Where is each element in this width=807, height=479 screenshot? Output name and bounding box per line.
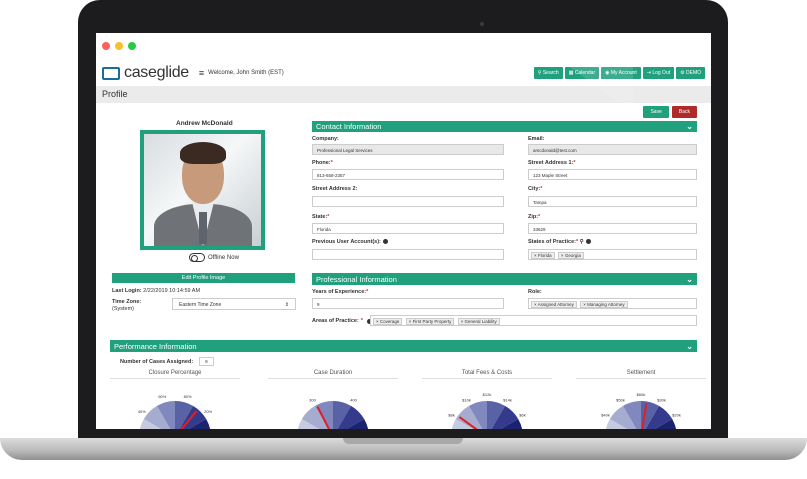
gauge-title: Settlement	[576, 370, 706, 379]
states-practice-field[interactable]: × Florida × Georgia	[528, 249, 697, 260]
states-practice-label: States of Practice:* ⚲	[528, 239, 591, 245]
years-label: Years of Experience:*	[312, 289, 369, 295]
phone-label: Phone:*	[312, 160, 333, 166]
gauge-tick-label: $50k	[616, 397, 625, 402]
prev-accounts-label: Previous User Account(s):	[312, 239, 388, 245]
settlement-gauge: $40k $50k $60k $30k $20k	[601, 392, 681, 429]
info-icon[interactable]	[382, 239, 388, 245]
cases-assigned-value: 9	[199, 357, 214, 366]
state-field[interactable]: Florida	[312, 223, 504, 234]
close-window-button[interactable]	[102, 42, 110, 50]
area-tag[interactable]: × General Liability	[457, 318, 500, 325]
caseglide-logo-icon	[102, 66, 120, 80]
gauge-tick-label: $6k	[519, 413, 525, 418]
status-toggle-icon[interactable]	[189, 253, 205, 262]
minimize-window-button[interactable]	[115, 42, 123, 50]
profile-photo-frame	[140, 130, 265, 250]
gauge-tick-label: 20%	[204, 409, 212, 414]
last-login-label: Last Login:	[112, 288, 142, 294]
profile-photo	[144, 134, 261, 246]
gauge-tick-label: $10k	[462, 397, 471, 402]
gauge-tick-label: 80%	[184, 394, 192, 399]
company-label: Company:	[312, 136, 339, 142]
professional-section-header[interactable]: Professional Information ⌄	[312, 273, 697, 285]
gauge-title: Case Duration	[268, 370, 398, 379]
fees-gauge: $8k $10k $12k $14k $6k	[448, 392, 526, 429]
status-text: Offline Now	[208, 254, 239, 261]
street1-field[interactable]: 123 Maple Street	[528, 169, 697, 180]
state-tag[interactable]: × Florida	[531, 252, 555, 259]
company-field[interactable]: Professional Legal Services	[312, 144, 504, 155]
action-bar: Save Back	[643, 106, 697, 118]
street1-label: Street Address 1:*	[528, 160, 576, 166]
chevron-down-icon: ⌄	[686, 122, 693, 131]
years-field[interactable]: 9	[312, 298, 504, 309]
role-tag[interactable]: × Managing Attorney	[580, 301, 628, 308]
gauge-tick-label: $12k	[483, 392, 492, 397]
gauge-tick-label: 300	[309, 397, 316, 402]
welcome-text: Welcome, John Smith (EST)	[208, 70, 284, 76]
prev-accounts-field[interactable]	[312, 249, 504, 260]
app-screen: caseglide ≡ Welcome, John Smith (EST) ⚲ …	[96, 33, 711, 429]
menu-icon[interactable]: ≡	[199, 68, 204, 78]
email-label: Email:	[528, 136, 545, 142]
gauge-tick-label: $8k	[448, 413, 454, 418]
map-pin-icon: ⚲	[579, 239, 584, 245]
city-field[interactable]: Tampa	[528, 196, 697, 207]
gauge-tick-label: $30k	[657, 397, 666, 402]
email-field[interactable]: amcdonald@test.com	[528, 144, 697, 155]
gauge-title: Total Fees & Costs	[422, 370, 552, 379]
area-tag[interactable]: × First Party Property	[405, 318, 455, 325]
info-icon[interactable]	[585, 239, 591, 245]
zip-label: Zip:*	[528, 214, 541, 220]
street2-label: Street Address 2:	[312, 186, 358, 192]
chevron-down-icon: ⌄	[686, 341, 693, 351]
role-tag[interactable]: × Assigned Attorney	[531, 301, 577, 308]
gauge-tick-label: 400	[350, 397, 357, 402]
state-label: State:*	[312, 214, 330, 220]
gauge-tick-label: $60k	[637, 392, 646, 397]
gauge-tick-label: $40k	[601, 413, 610, 418]
logout-button[interactable]: ⇥ Log Out	[642, 67, 675, 79]
gauge-title: Closure Percentage	[110, 370, 240, 379]
back-button[interactable]: Back	[671, 106, 697, 118]
last-login: Last Login: 2/22/2019 10:14:59 AM	[112, 288, 200, 294]
last-login-value: 2/22/2019 10:14:59 AM	[143, 288, 201, 294]
online-status: Offline Now	[189, 253, 239, 262]
zip-field[interactable]: 33629	[528, 223, 697, 234]
city-label: City:*	[528, 186, 543, 192]
area-tag[interactable]: × Coverage	[373, 318, 403, 325]
closure-gauge: 40% 60% 80% 20%	[138, 394, 213, 429]
timezone-label: Time Zone: (System)	[112, 299, 142, 312]
webcam	[480, 22, 484, 26]
profile-name: Andrew McDonald	[176, 120, 233, 127]
timezone-select[interactable]: Eastern Time Zone ⇕	[172, 298, 296, 310]
performance-section-header[interactable]: Performance Information ⌄	[110, 340, 697, 352]
demo-button[interactable]: ⚙ DEMO	[676, 67, 705, 79]
window-controls	[102, 42, 136, 50]
state-tag[interactable]: × Georgia	[557, 252, 584, 259]
gauge-tick-label: $14k	[503, 397, 512, 402]
duration-gauge: 300 400	[297, 397, 369, 429]
gauge-tick-label: 60%	[158, 394, 166, 399]
role-label: Role:	[528, 289, 542, 295]
contact-section-header[interactable]: Contact Information ⌄	[312, 121, 697, 132]
gauge-tick-label: $20k	[672, 413, 681, 418]
app-logo-text: caseglide	[124, 64, 189, 81]
role-field[interactable]: × Assigned Attorney × Managing Attorney	[528, 298, 697, 309]
phone-field[interactable]: 813-658-2357	[312, 169, 504, 180]
areas-practice-field[interactable]: × Coverage × First Party Property × Gene…	[370, 315, 697, 326]
areas-practice-row: Areas of Practice: *	[312, 318, 372, 324]
sort-arrows-icon: ⇕	[284, 302, 289, 308]
gauge-tick-label: 40%	[138, 409, 146, 414]
save-button[interactable]: Save	[643, 106, 669, 118]
street2-field[interactable]	[312, 196, 504, 207]
cases-assigned: Number of Cases Assigned: 9	[120, 357, 214, 366]
edit-profile-image-button[interactable]: Edit Profile Image	[112, 273, 295, 283]
chevron-down-icon: ⌄	[686, 274, 693, 284]
laptop-notch	[343, 438, 463, 444]
maximize-window-button[interactable]	[128, 42, 136, 50]
